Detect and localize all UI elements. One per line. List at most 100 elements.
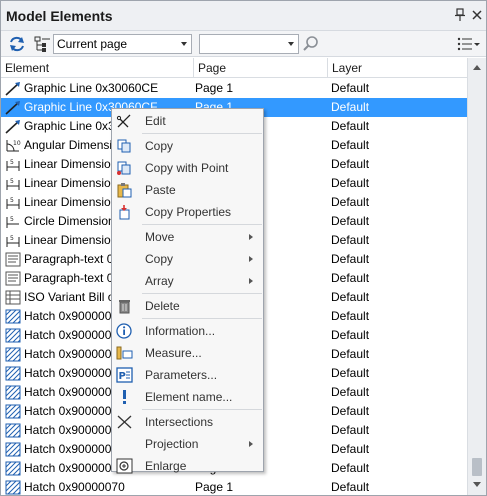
context-menu: Edit Copy Copy with Point Paste Copy Propert… — [111, 108, 264, 474]
menu-separator — [142, 133, 262, 134]
panel-title: Model Elements — [6, 8, 113, 24]
menu-item-element-name[interactable]: Element name... — [112, 386, 263, 408]
chevron-right-icon — [249, 234, 253, 240]
layer-cell: Default — [331, 290, 370, 304]
layer-cell: Default — [331, 423, 370, 437]
scroll-up-icon[interactable] — [473, 65, 481, 70]
menu-item-paste[interactable]: Paste — [112, 179, 263, 201]
menu-item-array[interactable]: Array — [112, 270, 263, 292]
table-row[interactable]: Hatch 0x90000070 Page 1 Default — [1, 478, 467, 496]
scrollbar-thumb[interactable] — [472, 458, 482, 476]
layer-cell: Default — [331, 480, 370, 494]
hatch-icon — [5, 347, 21, 362]
copy-with-point-icon — [116, 160, 133, 176]
edit-icon — [116, 113, 133, 129]
element-name-cell: Hatch 0x90000070 — [24, 480, 125, 494]
menu-item-enlarge[interactable]: Enlarge — [112, 455, 263, 477]
layer-cell: Default — [331, 195, 370, 209]
filter-select[interactable] — [199, 34, 299, 54]
menu-item-label: Parameters... — [145, 368, 218, 382]
menu-separator — [142, 293, 262, 294]
svg-text:10: 10 — [13, 140, 21, 147]
menu-item-move[interactable]: Move — [112, 226, 263, 248]
menu-item-copy[interactable]: Copy — [112, 135, 263, 157]
column-header-page[interactable]: Page — [194, 58, 328, 78]
pin-icon[interactable] — [453, 8, 467, 22]
menu-item-copy[interactable]: Copy — [112, 248, 263, 270]
linear-dimension-icon: 5 — [5, 157, 21, 172]
menu-item-copy-with-point[interactable]: Copy with Point — [112, 157, 263, 179]
svg-text:5: 5 — [10, 235, 14, 242]
layer-cell: Default — [331, 157, 370, 171]
scroll-down-icon[interactable] — [473, 482, 481, 487]
layer-cell: Default — [331, 385, 370, 399]
hatch-icon — [5, 461, 21, 476]
hatch-icon — [5, 366, 21, 381]
svg-text:5: 5 — [10, 197, 14, 204]
bill-of-materials-icon — [5, 290, 21, 305]
layer-cell: Default — [331, 252, 370, 266]
layer-cell: Default — [331, 309, 370, 323]
layer-cell: Default — [331, 461, 370, 475]
menu-item-label: Copy Properties — [145, 205, 232, 219]
menu-item-label: Paste — [145, 183, 176, 197]
menu-item-label: Intersections — [145, 415, 214, 429]
refresh-icon[interactable] — [7, 34, 27, 54]
table-header: Element Page Layer — [1, 58, 467, 78]
menu-item-projection[interactable]: Projection — [112, 433, 263, 455]
menu-item-label: Information... — [145, 324, 216, 338]
paste-icon — [116, 182, 133, 198]
search-icon[interactable] — [301, 34, 321, 54]
hatch-icon — [5, 423, 21, 438]
chevron-right-icon — [249, 441, 253, 447]
menu-item-intersections[interactable]: Intersections — [112, 411, 263, 433]
menu-item-copy-properties[interactable]: Copy Properties — [112, 201, 263, 223]
list-options-icon[interactable] — [456, 34, 482, 54]
menu-item-label: Copy — [145, 252, 174, 266]
chevron-down-icon — [288, 42, 294, 46]
vertical-scrollbar[interactable] — [467, 58, 486, 495]
view-scope-value: Current page — [57, 37, 128, 51]
table-row[interactable]: Graphic Line 0x30060CE Page 1 Default — [1, 79, 467, 98]
page-cell: Page 1 — [195, 81, 234, 95]
layer-cell: Default — [331, 404, 370, 418]
close-icon[interactable] — [470, 8, 484, 22]
layer-cell: Default — [331, 100, 370, 114]
layer-cell: Default — [331, 214, 370, 228]
menu-item-label: Edit — [145, 114, 166, 128]
menu-item-label: Array — [145, 274, 174, 288]
layer-cell: Default — [331, 347, 370, 361]
linear-dimension-icon: 5 — [5, 176, 21, 191]
parameters-icon: P — [116, 367, 133, 383]
intersections-icon — [116, 414, 133, 430]
hatch-icon — [5, 328, 21, 343]
menu-item-label: Projection — [145, 437, 199, 451]
page-cell: Page 1 — [195, 480, 234, 494]
view-scope-select[interactable]: Current page — [53, 34, 192, 54]
hatch-icon — [5, 385, 21, 400]
menu-item-information[interactable]: Information... — [112, 320, 263, 342]
graphic-line-icon — [5, 81, 21, 96]
menu-item-edit[interactable]: Edit — [112, 110, 263, 132]
svg-text:5: 5 — [10, 159, 14, 166]
menu-item-measure[interactable]: Measure... — [112, 342, 263, 364]
menu-item-label: Element name... — [145, 390, 233, 404]
copy-properties-icon — [116, 204, 133, 220]
menu-item-parameters[interactable]: P Parameters... — [112, 364, 263, 386]
layer-cell: Default — [331, 442, 370, 456]
graphic-line-icon — [5, 119, 21, 134]
delete-icon — [116, 298, 133, 314]
element-name-cell: Graphic Line 0x30060CE — [24, 81, 159, 95]
paragraph-text-icon — [5, 252, 21, 267]
menu-item-label: Enlarge — [145, 459, 187, 473]
chevron-down-icon — [181, 42, 187, 46]
menu-item-delete[interactable]: Delete — [112, 295, 263, 317]
layer-cell: Default — [331, 233, 370, 247]
svg-text:5: 5 — [10, 216, 14, 223]
column-header-layer[interactable]: Layer — [328, 58, 467, 78]
tree-view-icon[interactable] — [33, 34, 53, 54]
layer-cell: Default — [331, 81, 370, 95]
linear-dimension-icon: 5 — [5, 195, 21, 210]
hatch-icon — [5, 309, 21, 324]
column-header-element[interactable]: Element — [1, 58, 194, 78]
